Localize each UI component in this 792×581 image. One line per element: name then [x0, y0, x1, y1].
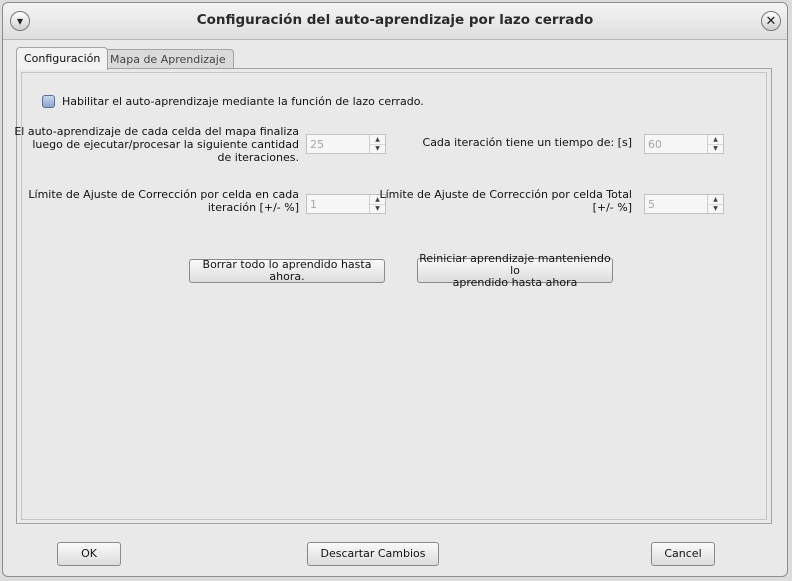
spin-arrows: ▲ ▼ — [707, 195, 723, 213]
limit-per-iteration-label-line: Límite de Ajuste de Corrección por celda… — [28, 188, 299, 201]
discard-changes-label: Descartar Cambios — [320, 547, 426, 560]
title-bar: ▾ Configuración del auto-aprendizaje por… — [3, 3, 787, 40]
iterations-label-line: El auto-aprendizaje de cada celda del ma… — [14, 125, 299, 138]
ok-button[interactable]: OK — [57, 542, 121, 566]
spin-arrows: ▲ ▼ — [707, 135, 723, 153]
limit-total-label-line: Límite de Ajuste de Corrección por celda… — [379, 188, 632, 201]
clear-all-learning-label: Borrar todo lo aprendido hasta ahora. — [202, 258, 372, 283]
close-button[interactable]: ✕ — [761, 11, 781, 31]
iteration-time-label: Cada iteración tiene un tiempo de: [s] — [423, 136, 632, 149]
cancel-label: Cancel — [664, 547, 702, 560]
enable-autolearning-checkbox[interactable] — [42, 95, 55, 108]
enable-autolearning-label: Habilitar el auto-aprendizaje mediante l… — [62, 95, 424, 108]
ok-label: OK — [81, 547, 97, 560]
limit-total-value: 5 — [648, 198, 655, 211]
restart-keep-learning-label-line: aprendido hasta ahora — [452, 275, 578, 289]
spin-down-icon[interactable]: ▼ — [708, 204, 723, 213]
spin-arrows: ▲ ▼ — [369, 135, 385, 153]
cancel-button[interactable]: Cancel — [651, 542, 715, 566]
spin-down-icon[interactable]: ▼ — [370, 144, 385, 153]
limit-per-iteration-spinbox[interactable]: 1 ▲ ▼ — [306, 194, 386, 214]
iterations-label-line: luego de ejecutar/procesar la siguiente … — [32, 138, 299, 151]
discard-changes-button[interactable]: Descartar Cambios — [307, 542, 439, 566]
window-title: Configuración del auto-aprendizaje por l… — [196, 12, 594, 28]
iterations-label: El auto-aprendizaje de cada celda del ma… — [14, 125, 299, 164]
limit-per-iteration-label: Límite de Ajuste de Corrección por celda… — [28, 188, 299, 214]
clear-all-learning-button[interactable]: Borrar todo lo aprendido hasta ahora. — [189, 259, 385, 283]
iterations-spinbox[interactable]: 25 ▲ ▼ — [306, 134, 386, 154]
limit-total-spinbox[interactable]: 5 ▲ ▼ — [644, 194, 724, 214]
iterations-label-line: de iteraciones. — [217, 151, 299, 164]
tab-mapa-de-aprendizaje[interactable]: Mapa de Aprendizaje — [102, 49, 234, 69]
iterations-value: 25 — [310, 138, 324, 151]
spin-down-icon[interactable]: ▼ — [708, 144, 723, 153]
close-icon: ✕ — [765, 13, 777, 29]
limit-per-iteration-value: 1 — [310, 198, 317, 211]
limit-total-label-line: [+/- %] — [592, 201, 632, 214]
tab-configuracion[interactable]: Configuración — [16, 47, 109, 70]
iteration-time-value: 60 — [648, 138, 662, 151]
iteration-time-spinbox[interactable]: 60 ▲ ▼ — [644, 134, 724, 154]
iteration-time-label-line: Cada iteración tiene un tiempo de: [s] — [422, 136, 632, 149]
restart-keep-learning-button[interactable]: Reiniciar aprendizaje manteniendo lo apr… — [417, 252, 613, 288]
limit-total-label: Límite de Ajuste de Corrección por celda… — [379, 188, 632, 214]
restart-keep-learning-label-line: Reiniciar aprendizaje manteniendo lo — [419, 251, 611, 277]
limit-per-iteration-label-line: iteración [+/- %] — [207, 201, 299, 214]
